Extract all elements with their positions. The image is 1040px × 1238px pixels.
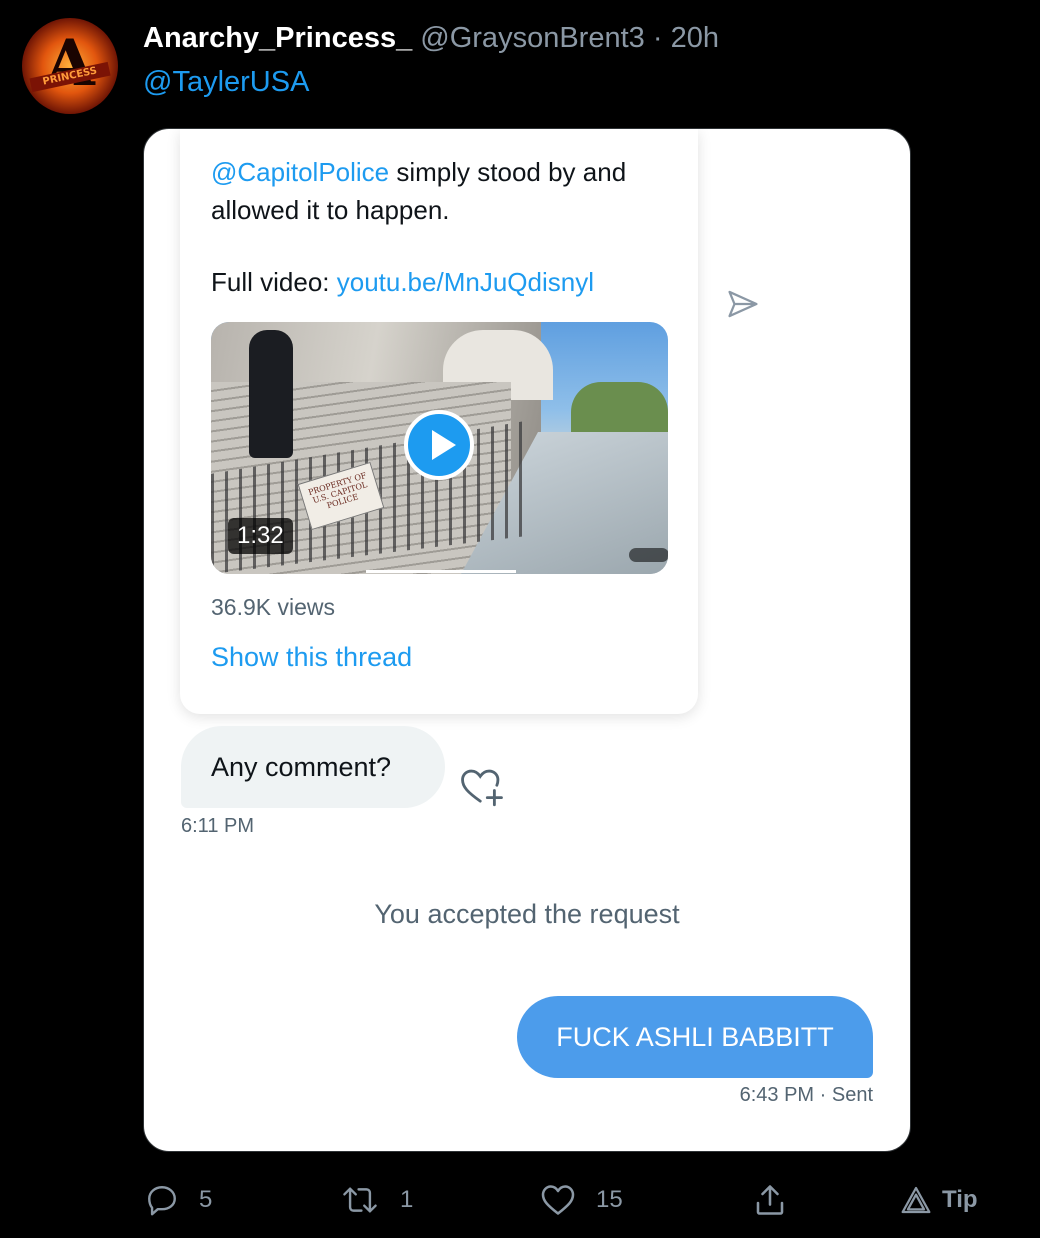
- full-video-label: Full video:: [211, 267, 337, 297]
- video-duration: 1:32: [228, 518, 293, 554]
- tip-button[interactable]: Tip: [900, 1178, 978, 1222]
- card-text: @CapitolPolice simply stood by and allow…: [211, 153, 681, 229]
- tip-icon: [901, 1186, 931, 1214]
- show-thread-link[interactable]: Show this thread: [211, 642, 412, 673]
- reply-to-mention[interactable]: @TaylerUSA: [143, 66, 309, 99]
- heart-icon: [541, 1185, 575, 1215]
- received-message-bubble[interactable]: Any comment?: [181, 726, 445, 808]
- reply-count: 5: [199, 1186, 213, 1213]
- officer-figure: [249, 330, 293, 458]
- attached-screenshot[interactable]: @CapitolPolice simply stood by and allow…: [143, 128, 911, 1152]
- share-dm-icon[interactable]: [726, 287, 760, 321]
- sent-status: · Sent: [819, 1084, 873, 1106]
- sent-message-text: FUCK ASHLI BABBITT: [556, 1022, 834, 1052]
- add-reaction-icon[interactable]: [459, 767, 505, 807]
- retweet-count: 1: [400, 1186, 414, 1213]
- share-button[interactable]: [752, 1178, 788, 1222]
- reply-button[interactable]: 5: [145, 1178, 212, 1222]
- sent-message-bubble[interactable]: FUCK ASHLI BABBITT: [517, 996, 873, 1078]
- retweet-icon: [343, 1187, 377, 1213]
- retweet-button[interactable]: 1: [340, 1178, 413, 1222]
- quoted-tweet-card[interactable]: @CapitolPolice simply stood by and allow…: [180, 129, 698, 714]
- video-progress-bar: [366, 570, 516, 573]
- reply-icon: [148, 1186, 176, 1216]
- like-button[interactable]: 15: [540, 1178, 623, 1222]
- separator-dot: ·: [652, 22, 663, 54]
- tip-label: Tip: [942, 1186, 978, 1213]
- full-video-line: Full video: youtu.be/MnJuQdisnyl: [211, 267, 594, 298]
- share-icon: [756, 1185, 784, 1215]
- camera-indicator: [629, 548, 668, 562]
- avatar[interactable]: A PRINCESS: [22, 18, 118, 114]
- received-message-time: 6:11 PM: [181, 815, 254, 837]
- tweet-header: Anarchy_Princess_ @GraysonBrent3 · 20h: [143, 22, 719, 55]
- user-handle[interactable]: @GraysonBrent3: [420, 22, 644, 54]
- capitol-police-mention[interactable]: @CapitolPolice: [211, 157, 389, 187]
- full-video-link[interactable]: youtu.be/MnJuQdisnyl: [337, 267, 594, 297]
- video-thumbnail[interactable]: PROPERTY OF U.S. CAPITOL POLICE 1:32: [211, 322, 668, 574]
- view-count: 36.9K views: [211, 594, 336, 620]
- play-icon: [432, 430, 456, 460]
- tweet-time[interactable]: 20h: [671, 22, 719, 54]
- received-message-text: Any comment?: [211, 752, 392, 782]
- like-count: 15: [596, 1186, 623, 1213]
- play-button[interactable]: [404, 410, 474, 480]
- display-name[interactable]: Anarchy_Princess_: [143, 22, 412, 54]
- request-status: You accepted the request: [374, 899, 680, 929]
- sent-message-meta: 6:43 PM · Sent: [740, 1084, 873, 1107]
- sent-message-time: 6:43 PM: [739, 1084, 815, 1106]
